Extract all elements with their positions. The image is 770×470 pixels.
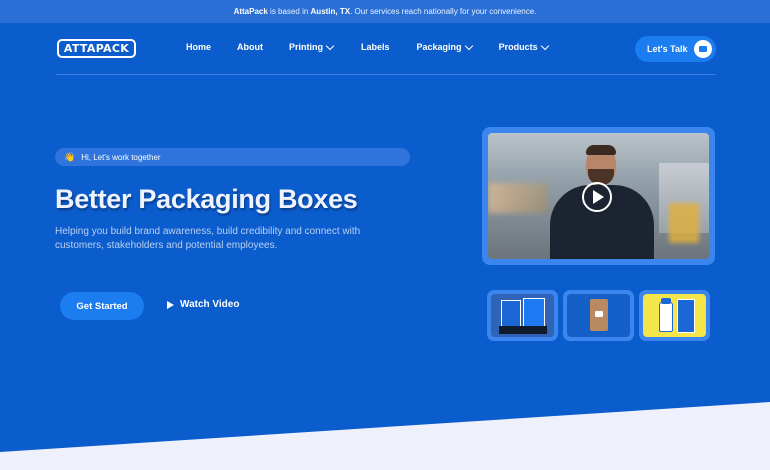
- nav-item-label: Packaging: [416, 42, 462, 52]
- lets-talk-label: Let's Talk: [647, 44, 688, 54]
- site-logo[interactable]: ATTAPACK: [57, 39, 136, 58]
- nav-item-home[interactable]: Home: [186, 42, 211, 52]
- nav-item-label: Printing: [289, 42, 324, 52]
- announcement-text-1: is based in: [267, 7, 311, 16]
- nav-menu: Home About Printing Labels Packaging Pro…: [186, 41, 549, 52]
- lets-talk-button[interactable]: Let's Talk: [635, 36, 716, 62]
- waving-hand-icon: 👋: [64, 151, 76, 162]
- announcement-text-2: . Our services reach nationally for your…: [350, 7, 537, 16]
- bottom-wave-band: [0, 402, 770, 470]
- chevron-down-icon: [464, 41, 473, 50]
- nav-item-labels[interactable]: Labels: [361, 42, 390, 52]
- nav-item-label: Labels: [361, 42, 390, 52]
- mail-icon: [694, 40, 712, 58]
- chevron-down-icon: [325, 41, 335, 50]
- watch-video-button[interactable]: Watch Video: [167, 299, 239, 310]
- product-thumbnail-boxes[interactable]: [487, 290, 558, 341]
- header-divider: [56, 74, 716, 75]
- nav-item-printing[interactable]: Printing: [289, 41, 335, 52]
- get-started-button[interactable]: Get Started: [60, 292, 144, 320]
- product-thumbnail-pouch[interactable]: [563, 290, 634, 341]
- announcement-brand: AttaPack: [233, 7, 268, 16]
- hero-headline: Better Packaging Boxes: [55, 184, 358, 214]
- chevron-down-icon: [540, 41, 549, 50]
- greeting-text: Hi, Let's work together: [81, 152, 161, 162]
- nav-item-packaging[interactable]: Packaging: [416, 41, 473, 52]
- announcement-bar: AttaPack is based in Austin, TX . Our se…: [0, 0, 770, 23]
- nav-item-products[interactable]: Products: [498, 41, 549, 52]
- nav-item-label: About: [237, 42, 264, 52]
- product-thumbnail-bottle[interactable]: [639, 290, 710, 341]
- main-navigation: ATTAPACK Home About Printing Labels Pack…: [56, 34, 716, 64]
- hero-video[interactable]: [482, 127, 715, 265]
- play-icon: [167, 300, 174, 309]
- nav-item-about[interactable]: About: [237, 42, 263, 52]
- greeting-pill: 👋 Hi, Let's work together: [55, 148, 410, 166]
- hero-subtext: Helping you build brand awareness, build…: [55, 226, 361, 251]
- announcement-location: Austin, TX: [310, 7, 351, 16]
- watch-video-label: Watch Video: [180, 299, 240, 310]
- play-button-icon[interactable]: [582, 182, 612, 212]
- video-thumbnail: [488, 133, 709, 259]
- nav-item-label: Products: [498, 42, 538, 52]
- nav-item-label: Home: [186, 42, 212, 52]
